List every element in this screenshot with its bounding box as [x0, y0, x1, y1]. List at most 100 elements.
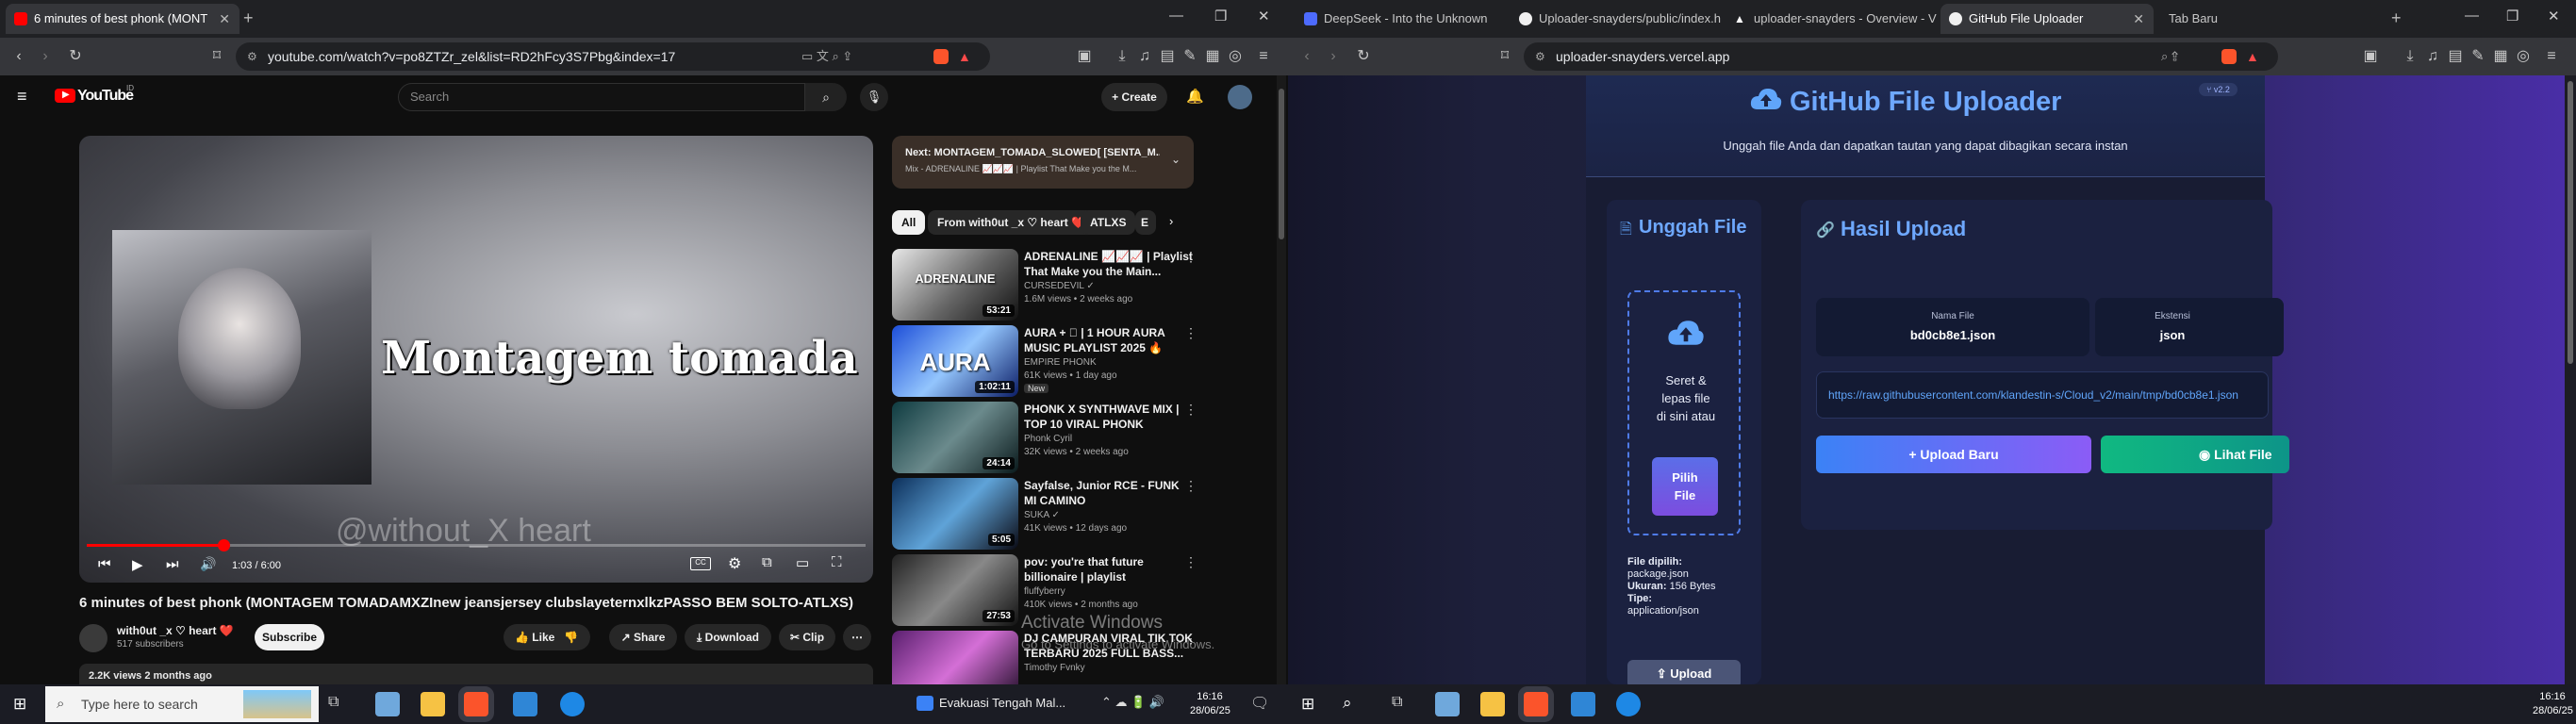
media-icon[interactable]: ♫: [2423, 47, 2442, 66]
sidebar-icon[interactable]: ▣: [2361, 47, 2380, 66]
vscode-icon[interactable]: [1571, 692, 1595, 716]
more-vert-icon[interactable]: ⋮: [1184, 554, 1197, 570]
search-button[interactable]: ⌕: [805, 83, 847, 111]
chevron-down-icon[interactable]: ⌄: [1171, 153, 1181, 166]
menu-icon[interactable]: ≡: [2542, 47, 2561, 66]
recommendation-item[interactable]: ADRENALINE 53:21 ADRENALINE 📈📈📈 | Playlist…: [892, 249, 1269, 322]
reload-icon[interactable]: ↻: [66, 47, 85, 66]
wallet-icon[interactable]: ▦: [2491, 47, 2510, 66]
brave-rewards-icon[interactable]: ▲: [2246, 42, 2259, 71]
progress-track[interactable]: [87, 539, 866, 551]
task-view-icon[interactable]: ⧉: [328, 694, 339, 711]
recommendation-channel[interactable]: SUKA ✓: [1024, 510, 1060, 520]
site-info-icon[interactable]: ⚙: [247, 42, 257, 71]
chip-atlxs[interactable]: ATLXS: [1081, 210, 1136, 235]
theater-icon[interactable]: ▭: [796, 554, 809, 571]
reload-icon[interactable]: ↻: [1354, 47, 1373, 66]
upload-new-button[interactable]: + Upload Baru: [1816, 436, 2091, 473]
recommendation-channel[interactable]: fluffyberry: [1024, 586, 1065, 597]
notification-icon[interactable]: 🗨: [1250, 694, 1269, 713]
create-button[interactable]: + Create: [1101, 83, 1167, 111]
scrollbar-thumb[interactable]: [2568, 81, 2573, 364]
wallet-icon[interactable]: ▦: [1203, 47, 1222, 66]
recommendation-title[interactable]: PHONK X SYNTHWAVE MIX | TOP 10 VIRAL PHO…: [1024, 402, 1194, 432]
media-icon[interactable]: ♫: [1135, 47, 1154, 66]
minimize-icon[interactable]: —: [2465, 8, 2479, 24]
brave-shield-icon[interactable]: [933, 49, 949, 64]
scrollbar-thumb[interactable]: [1279, 89, 1284, 239]
tab-deepseek[interactable]: DeepSeek - Into the Unknown: [1296, 4, 1509, 34]
tab-youtube[interactable]: 6 minutes of best phonk (MONT ✕: [6, 4, 239, 34]
chip-from-channel[interactable]: From with0ut _x ♡ heart ❤️: [928, 210, 1096, 235]
bell-icon[interactable]: 🔔: [1186, 88, 1204, 105]
like-button[interactable]: 👍 Like 👎: [504, 624, 590, 650]
windows-start-icon[interactable]: ⊞: [13, 695, 26, 714]
tab-github-file-uploader[interactable]: GitHub File Uploader ✕: [1940, 4, 2154, 34]
hamburger-icon[interactable]: ≡: [17, 87, 27, 107]
tab-vercel[interactable]: ▲ uploader-snayders - Overview - V: [1726, 4, 1939, 34]
vpn-icon[interactable]: ◎: [1226, 47, 1245, 66]
sidebar-icon[interactable]: ▣: [1075, 47, 1094, 66]
bookmark-icon[interactable]: ⌑: [207, 47, 226, 66]
edit-icon[interactable]: ✎: [1181, 47, 1199, 66]
result-url[interactable]: https://raw.githubusercontent.com/klande…: [1828, 388, 2238, 402]
restore-icon[interactable]: ❐: [2506, 8, 2518, 25]
recommendation-thumbnail[interactable]: ADRENALINE 53:21: [892, 249, 1018, 321]
download-button[interactable]: ⤓ Download: [685, 624, 771, 650]
more-vert-icon[interactable]: ⋮: [1184, 478, 1197, 494]
miniplayer-icon[interactable]: ⧉: [762, 554, 772, 570]
channel-name[interactable]: with0ut _x ♡ heart ❤️: [117, 624, 234, 637]
close-icon[interactable]: ✕: [219, 4, 230, 34]
channel-avatar[interactable]: [79, 624, 107, 652]
file-explorer-icon[interactable]: [421, 692, 445, 716]
restore-icon[interactable]: ❐: [1214, 8, 1227, 25]
news-widget[interactable]: Evakuasi Tengah Mal...: [939, 696, 1065, 710]
play-icon[interactable]: ▶: [132, 556, 143, 573]
tab-github-source[interactable]: Uploader-snayders/public/index.h: [1511, 4, 1724, 34]
view-file-button[interactable]: ◉ Lihat File: [2101, 436, 2289, 473]
file-explorer-icon[interactable]: [1480, 692, 1505, 716]
more-vert-icon[interactable]: ⋮: [1184, 402, 1197, 418]
recommendation-channel[interactable]: CURSEDEVIL ✓: [1024, 281, 1095, 291]
address-actions-icon[interactable]: ⌕ ⇪: [2161, 42, 2178, 71]
bookmark-icon[interactable]: ⌑: [1495, 47, 1514, 66]
brave-shield-icon[interactable]: [2221, 49, 2237, 64]
new-tab-button[interactable]: +: [2391, 8, 2402, 28]
recommendation-thumbnail[interactable]: 5:05: [892, 478, 1018, 550]
fullscreen-icon[interactable]: ⛶: [832, 554, 842, 570]
recommendation-title[interactable]: AURA + 🏻 | 1 HOUR AURA MUSIC PLAYLIST 20…: [1024, 325, 1194, 355]
app-icon[interactable]: [560, 692, 585, 716]
choose-file-button[interactable]: Pilih File: [1652, 457, 1718, 516]
taskbar-clock[interactable]: 16:16 28/06/25: [2533, 690, 2573, 718]
windows-start-icon[interactable]: ⊞: [1301, 695, 1314, 714]
reader-icon[interactable]: ▤: [2446, 47, 2465, 66]
recommendation-title[interactable]: Sayfalse, Junior RCE - FUNK MI CAMINO: [1024, 478, 1194, 508]
clip-button[interactable]: ✂ Clip: [779, 624, 835, 650]
recommendation-thumbnail[interactable]: 24:14: [892, 402, 1018, 473]
new-tab-button[interactable]: +: [243, 8, 254, 28]
result-url-box[interactable]: https://raw.githubusercontent.com/klande…: [1816, 371, 2269, 419]
scrollbar[interactable]: [2565, 75, 2576, 684]
next-icon[interactable]: ⏭: [166, 556, 179, 572]
chip-more[interactable]: E: [1135, 210, 1156, 235]
description-box[interactable]: 2.2K views 2 months ago: [79, 664, 873, 684]
reader-icon[interactable]: ▤: [1158, 47, 1177, 66]
search-icon[interactable]: ⌕: [1343, 694, 1352, 713]
recommendation-item[interactable]: 5:05 Sayfalse, Junior RCE - FUNK MI CAMIN…: [892, 478, 1269, 551]
more-vert-icon[interactable]: ⋮: [1184, 325, 1197, 341]
volume-icon[interactable]: 🔊: [200, 556, 216, 572]
site-info-icon[interactable]: ⚙: [1535, 42, 1545, 71]
captions-icon[interactable]: CC: [690, 557, 711, 570]
recommendation-title[interactable]: pov: you're that future billionaire | pl…: [1024, 554, 1194, 584]
back-icon[interactable]: ‹: [9, 47, 28, 66]
app-tray-icon[interactable]: [1435, 692, 1460, 716]
edit-icon[interactable]: ✎: [2469, 47, 2487, 66]
recommendation-item[interactable]: 24:14 PHONK X SYNTHWAVE MIX | TOP 10 VIRA…: [892, 402, 1269, 475]
recommendation-channel[interactable]: Phonk Cyril: [1024, 434, 1072, 444]
mic-icon[interactable]: 🎙: [860, 83, 888, 111]
brave-rewards-icon[interactable]: ▲: [958, 42, 971, 71]
video-player[interactable]: Montagem tomada @without_X heart ⏮ ▶ ⏭ 🔊…: [79, 136, 873, 583]
search-input[interactable]: Search: [398, 83, 805, 111]
next-up-panel[interactable]: Next: MONTAGEM_TOMADA_SLOWED[ [SENTA_M..…: [892, 136, 1194, 189]
upload-button[interactable]: ⇪ Upload: [1627, 660, 1741, 684]
